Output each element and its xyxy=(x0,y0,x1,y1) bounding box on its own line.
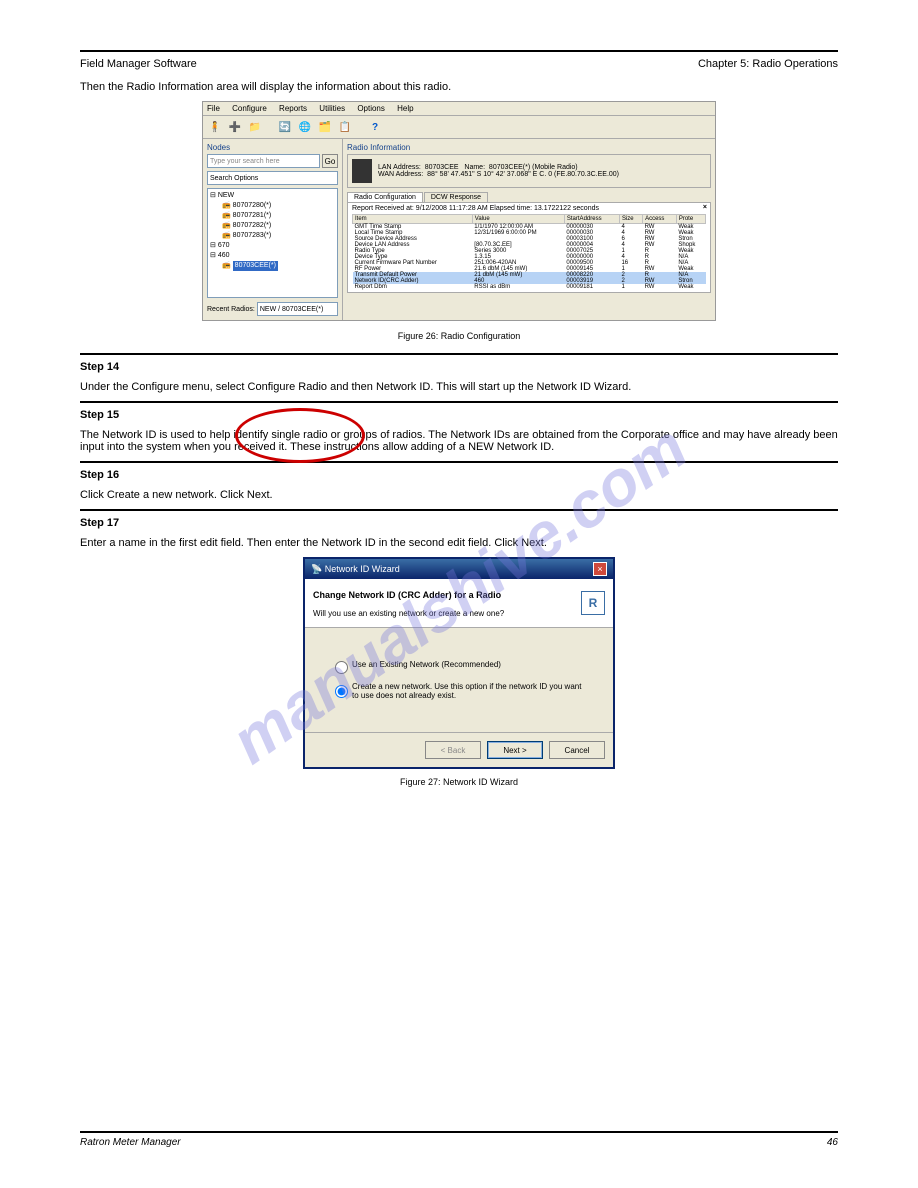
wizard-heading: Change Network ID (CRC Adder) for a Radi… xyxy=(313,590,501,600)
footer-page: 46 xyxy=(827,1137,838,1148)
help-icon[interactable]: ? xyxy=(367,119,383,135)
header-right: Chapter 5: Radio Operations xyxy=(698,58,838,70)
figure27-caption: Figure 27: Network ID Wizard xyxy=(80,777,838,787)
menu-configure[interactable]: Configure xyxy=(232,104,267,113)
step16-title: Step 16 xyxy=(80,469,119,481)
go-button[interactable]: Go xyxy=(322,154,338,168)
step15-body: The Network ID is used to help identify … xyxy=(80,429,838,453)
radio-existing-network[interactable]: Use an Existing Network (Recommended) xyxy=(335,660,583,674)
wizard-logo-icon: R xyxy=(581,591,605,615)
search-input[interactable]: Type your search here xyxy=(207,154,320,168)
nodes-title: Nodes xyxy=(207,143,338,152)
step17-title: Step 17 xyxy=(80,517,119,529)
report-panel: × Report Received at: 9/12/2008 11:17:28… xyxy=(347,202,711,293)
back-button: < Back xyxy=(425,741,481,759)
menu-reports[interactable]: Reports xyxy=(279,104,307,113)
radio-create-network[interactable]: Create a new network. Use this option if… xyxy=(335,682,583,700)
step13-text: Then the Radio Information area will dis… xyxy=(80,81,838,93)
step15-title: Step 15 xyxy=(80,409,119,421)
refresh-icon[interactable]: 🔄 xyxy=(277,119,293,135)
tool-icon-1[interactable]: 🧍 xyxy=(207,119,223,135)
tool-icon-3[interactable]: 📁 xyxy=(247,119,263,135)
menu-utilities[interactable]: Utilities xyxy=(319,104,345,113)
wizard-close-icon[interactable]: × xyxy=(593,562,607,576)
menu-file[interactable]: File xyxy=(207,104,220,113)
tree-icon[interactable]: 🗂️ xyxy=(317,119,333,135)
selected-node: 80703CEE(*) xyxy=(233,261,278,271)
step14-body: Under the Configure menu, select Configu… xyxy=(80,381,838,393)
recent-label: Recent Radios: xyxy=(207,306,255,313)
tab-dcw-response[interactable]: DCW Response xyxy=(424,192,488,202)
menu-bar: File Configure Reports Utilities Options… xyxy=(203,102,715,116)
header-left: Field Manager Software xyxy=(80,58,197,70)
app-window: File Configure Reports Utilities Options… xyxy=(202,101,716,321)
wizard-dialog: 📡 Network ID Wizard × Change Network ID … xyxy=(303,557,615,769)
radio-info-title: Radio Information xyxy=(347,143,711,152)
next-button[interactable]: Next > xyxy=(487,741,543,759)
config-table: ItemValueStartAddressSizeAccessProte GMT… xyxy=(352,214,706,290)
step16-body: Click Create a new network. Click Next. xyxy=(80,489,838,501)
wizard-title: Network ID Wizard xyxy=(325,564,400,574)
table-row[interactable]: Report DbmRSSI as dBm000091811RWWeak xyxy=(353,284,706,290)
step17-body: Enter a name in the first edit field. Th… xyxy=(80,537,838,549)
recent-combo[interactable]: NEW / 80703CEE(*) xyxy=(257,302,338,316)
close-icon[interactable]: × xyxy=(703,204,707,211)
radio-info-panel: LAN Address: 80703CEE Name: 80703CEE(*) … xyxy=(347,154,711,188)
globe-icon[interactable]: 🌐 xyxy=(297,119,313,135)
footer-left: Ratron Meter Manager xyxy=(80,1137,181,1148)
wizard-subtitle: Will you use an existing network or crea… xyxy=(313,609,504,618)
menu-help[interactable]: Help xyxy=(397,104,413,113)
cancel-button[interactable]: Cancel xyxy=(549,741,605,759)
step14-title: Step 14 xyxy=(80,361,119,373)
menu-options[interactable]: Options xyxy=(357,104,385,113)
report-icon[interactable]: 📋 xyxy=(337,119,353,135)
tool-icon-2[interactable]: ➕ xyxy=(227,119,243,135)
radio-icon xyxy=(352,159,372,183)
search-options[interactable]: Search Options xyxy=(207,171,338,185)
tab-radio-config[interactable]: Radio Configuration xyxy=(347,192,423,202)
figure26-caption: Figure 26: Radio Configuration xyxy=(80,331,838,341)
toolbar: 🧍 ➕ 📁 🔄 🌐 🗂️ 📋 ? xyxy=(203,116,715,139)
report-line: Report Received at: 9/12/2008 11:17:28 A… xyxy=(352,205,706,212)
nodes-tree[interactable]: ⊟ NEW 📻 80707280(*) 📻 80707281(*) 📻 8070… xyxy=(207,188,338,298)
